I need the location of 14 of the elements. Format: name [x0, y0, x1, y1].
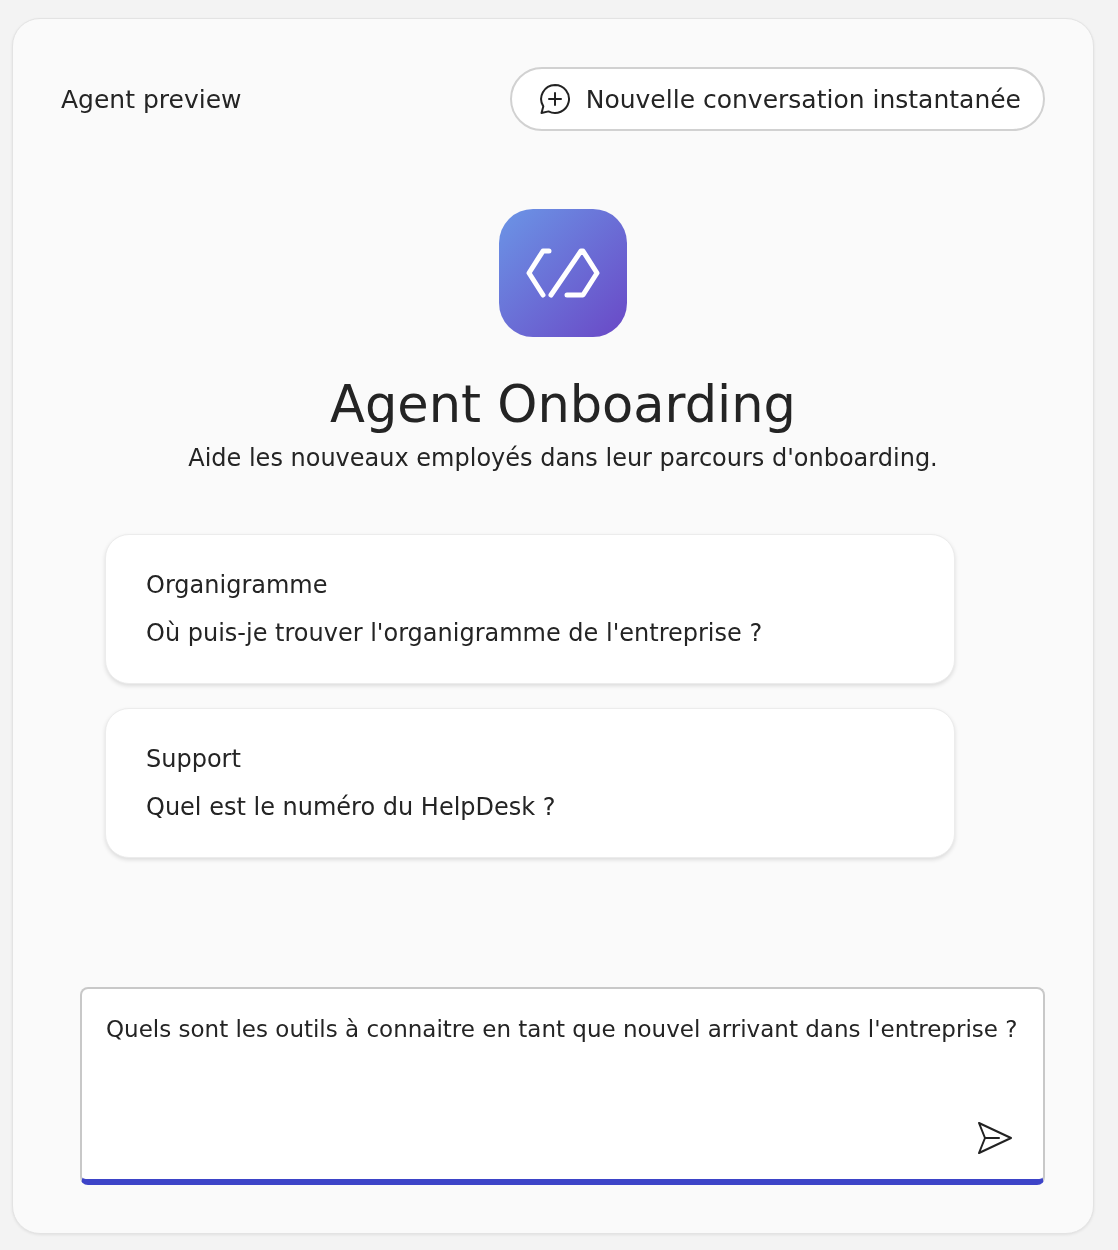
agent-name: Agent Onboarding: [330, 375, 796, 434]
suggestion-prompt: Où puis-je trouver l'organigramme de l'entreprise ?: [146, 619, 763, 647]
new-chat-button[interactable]: Nouvelle conversation instantanée: [509, 67, 1045, 131]
suggestion-title: Organigramme: [146, 571, 328, 599]
panel-title: Agent preview: [61, 84, 242, 114]
send-icon[interactable]: [977, 1121, 1013, 1155]
suggestion-card[interactable]: Support Quel est le numéro du HelpDesk ?: [105, 708, 955, 858]
agent-description: Aide les nouveaux employés dans leur parcours d'onboarding.: [188, 444, 938, 472]
suggestion-title: Support: [146, 745, 241, 773]
agent-logo-icon: [499, 209, 627, 337]
suggestion-prompt: Quel est le numéro du HelpDesk ?: [146, 793, 556, 821]
chat-plus-icon: [537, 82, 572, 116]
message-input[interactable]: Quels sont les outils à connaitre en tant que nouvel arrivant dans l'entreprise ?: [80, 987, 1045, 1185]
suggestion-card[interactable]: Organigramme Où puis-je trouver l'organigramme de l'entreprise ?: [105, 534, 955, 684]
